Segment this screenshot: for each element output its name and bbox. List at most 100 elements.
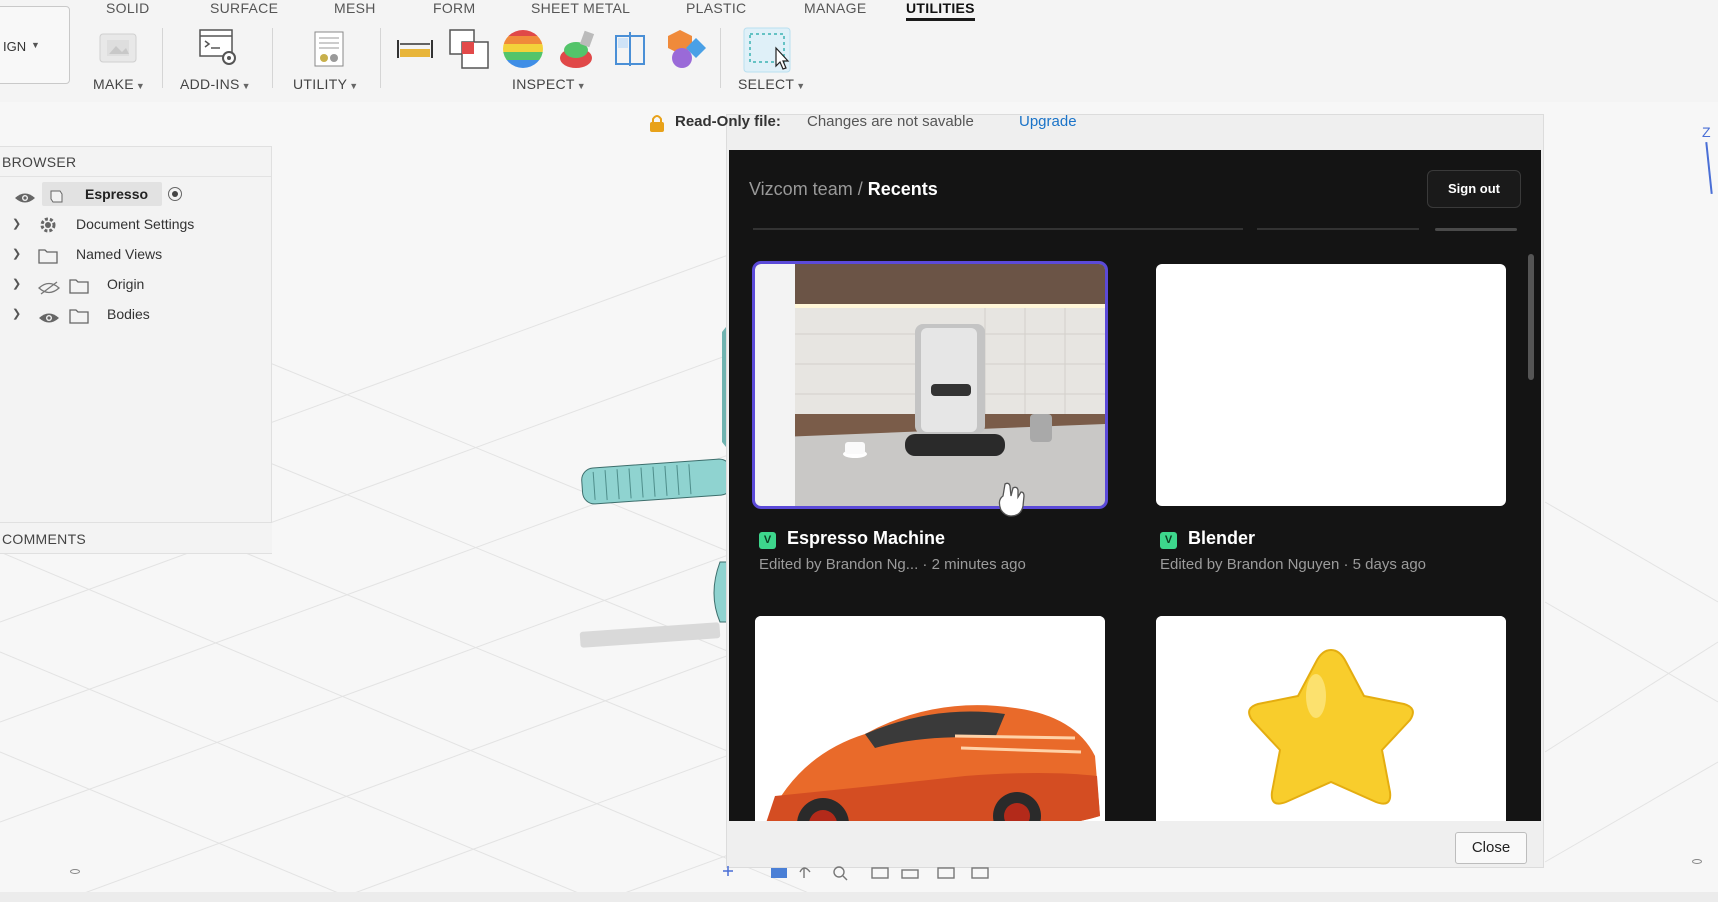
tree-item-label: Document Settings [76,216,195,232]
file-card[interactable]: V Espresso Machine Edited by Brandon Ng.… [752,261,1108,594]
tree-item-label: Origin [107,276,145,292]
car-sketch-thumbnail[interactable] [755,616,1105,821]
chevron-down-icon: ▼ [349,81,359,91]
comments-panel-header[interactable]: COMMENTS [0,522,272,554]
browser-panel: BROWSER Espresso ❯ Document Settings ❯ N… [0,146,272,554]
close-button[interactable]: Close [1455,832,1527,864]
zebra-analysis-icon[interactable] [502,28,544,75]
utility-group-label[interactable]: UTILITY ▼ [293,76,358,92]
window-select-icon[interactable] [742,26,794,79]
tab-surface[interactable]: SURFACE [210,0,278,16]
sign-out-button[interactable]: Sign out [1427,170,1521,208]
tab-plastic[interactable]: PLASTIC [686,0,746,16]
section-analysis-icon[interactable] [612,30,652,73]
star-thumbnail[interactable] [1156,616,1506,821]
file-card-title: Espresso Machine [787,528,946,548]
filter-tab-underline [1257,228,1419,230]
activate-radio-icon[interactable] [168,187,182,201]
chevron-right-icon[interactable]: ❯ [12,241,21,267]
make-label: MAKE [93,76,134,92]
tab-solid[interactable]: SOLID [106,0,150,16]
eye-hidden-icon[interactable] [38,277,60,303]
inspect-group-label[interactable]: INSPECT ▼ [512,76,586,92]
component-color-cycling-icon[interactable] [666,28,708,75]
folder-icon [69,306,89,332]
read-only-label: Read-Only file: [675,113,781,130]
tree-item-bodies[interactable]: ❯ Bodies [0,301,272,327]
addins-label: ADD-INS [180,76,240,92]
interference-icon[interactable] [448,28,490,75]
select-label: SELECT [738,76,795,92]
folder-icon [38,246,58,272]
filter-tab-underline [1435,228,1517,231]
scripts-addins-icon[interactable] [198,28,240,73]
chevron-right-icon[interactable]: ❯ [12,301,21,327]
divider [720,28,721,88]
gear-icon [38,215,58,243]
chevron-right-icon[interactable]: ❯ [12,271,21,297]
status-bar [0,892,1718,902]
hand-cursor-icon [998,482,1025,517]
upgrade-link[interactable]: Upgrade [1019,113,1077,130]
tab-manage[interactable]: MANAGE [804,0,866,16]
tab-utilities[interactable]: UTILITIES [906,0,975,21]
browser-header[interactable]: BROWSER [0,147,271,177]
chevron-down-icon: ▼ [241,81,251,91]
origin-marker [1692,859,1702,864]
lock-icon [649,114,665,132]
blender-thumbnail[interactable] [1156,264,1506,506]
browser-root-row[interactable]: Espresso [0,181,272,207]
espresso-model-3d[interactable] [570,312,730,712]
chevron-down-icon: ▼ [31,40,40,50]
chevron-down-icon: ▼ [796,81,806,91]
make-3d-print-icon[interactable] [98,30,138,71]
measure-icon[interactable] [396,36,434,67]
tab-form[interactable]: FORM [433,0,475,16]
draft-analysis-icon[interactable] [558,28,598,75]
file-card-meta: Edited by Brandon Nguyen · 5 days ago [1160,556,1427,573]
tree-item-label: Named Views [76,246,163,262]
scrollbar-thumb[interactable] [1528,254,1534,380]
file-card[interactable] [1156,616,1506,821]
vizcom-v-badge: V [759,532,776,549]
origin-marker [70,869,80,874]
vizcom-v-badge: V [1160,532,1177,549]
espresso-machine-thumbnail[interactable] [752,261,1108,509]
browser-root-label: Espresso [85,186,149,202]
viewcube-axis-z[interactable]: Z [1702,124,1711,140]
file-card[interactable]: V Blender Edited by Brandon Nguyen · 5 d… [1156,264,1506,594]
folder-icon [69,276,89,302]
chevron-down-icon: ▼ [135,81,146,91]
workspace-label: IGN [3,39,27,54]
addins-group-label[interactable]: ADD-INS ▼ [180,76,251,92]
orbit-icon [771,868,787,878]
tree-item-document-settings[interactable]: ❯ Document Settings [0,211,272,237]
chevron-down-icon: ▼ [576,81,586,91]
breadcrumb-current: Recents [867,179,938,199]
ribbon-toolbar: SOLID SURFACE MESH FORM SHEET METAL PLAS… [0,0,1718,102]
tree-item-label: Bodies [107,306,150,322]
eye-icon[interactable] [38,307,60,333]
file-card-title: Blender [1188,528,1256,548]
filter-tab-underline [753,228,1243,230]
breadcrumb-team[interactable]: Vizcom team [749,179,853,199]
workspace-switcher-button[interactable]: IGN ▼ [0,6,70,84]
divider [272,28,273,88]
eye-icon[interactable] [14,187,36,213]
chevron-right-icon[interactable]: ❯ [12,211,21,237]
tree-item-named-views[interactable]: ❯ Named Views [0,241,272,267]
file-card[interactable] [755,616,1105,821]
tab-sheet-metal[interactable]: SHEET METAL [531,0,630,16]
breadcrumb-separator: / [857,179,863,199]
select-group-label[interactable]: SELECT ▼ [738,76,805,92]
file-card-meta: Edited by Brandon Ng... · 2 minutes ago [759,556,1026,573]
utility-icon[interactable] [312,30,348,73]
ribbon-tabs: SOLID SURFACE MESH FORM SHEET METAL PLAS… [0,0,1718,22]
make-group-label[interactable]: MAKE ▼ [93,76,145,92]
divider [380,28,381,88]
tab-mesh[interactable]: MESH [334,0,376,16]
vizcom-panel: Vizcom team / Recents Sign out V Espress… [729,150,1541,821]
breadcrumb: Vizcom team / Recents [749,179,938,200]
tree-item-origin[interactable]: ❯ Origin [0,271,272,297]
read-only-message: Changes are not savable [807,113,974,130]
